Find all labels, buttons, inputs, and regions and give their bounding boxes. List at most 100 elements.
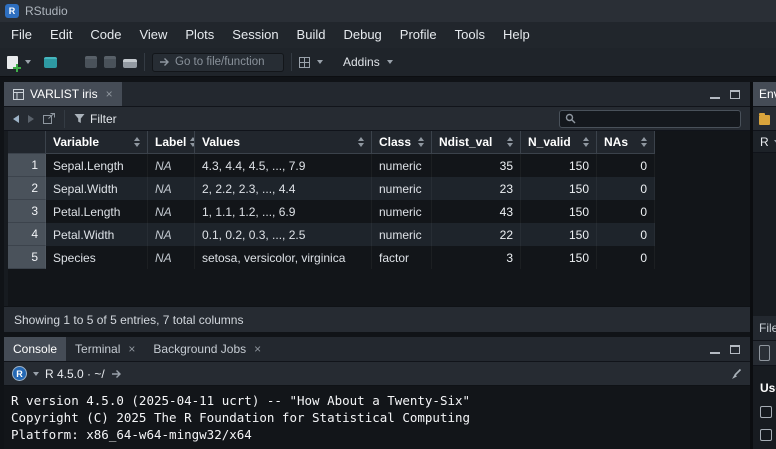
ndist-val-cell: 35 [432,154,521,177]
main-toolbar: Go to file/function Addins [0,48,776,77]
sort-icon [641,137,647,147]
row-number-cell: 2 [8,177,46,200]
tab-files[interactable]: Files [753,316,776,340]
sort-icon [583,137,589,147]
nas-cell: 0 [597,246,655,269]
table-search-input[interactable] [559,110,741,128]
menu-edit[interactable]: Edit [41,22,81,48]
col-header-values[interactable]: Values [195,131,372,153]
label-cell: NA [148,246,195,269]
table-row: 5 Species NA setosa, versicolor, virgini… [8,246,655,269]
nas-cell: 0 [597,177,655,200]
variable-cell: Sepal.Width [46,177,148,200]
goto-working-directory-icon[interactable] [111,369,122,379]
menu-file[interactable]: File [2,22,41,48]
menu-tools[interactable]: Tools [446,22,494,48]
files-tab-label: Files [759,321,776,335]
goto-arrow-icon [159,57,170,67]
menu-help[interactable]: Help [494,22,539,48]
save-icon[interactable] [85,56,97,68]
menu-code[interactable]: Code [81,22,130,48]
values-cell: 0.1, 0.2, 0.3, ..., 2.5 [195,223,372,246]
menu-debug[interactable]: Debug [334,22,390,48]
clear-console-icon[interactable] [730,368,742,380]
col-header-nas[interactable]: NAs [597,131,655,153]
addins-caret-icon[interactable] [387,60,393,64]
table-row: 3 Petal.Length NA 1, 1.1, 1.2, ..., 6.9 … [8,200,655,223]
col-header-n-valid[interactable]: N_valid [521,131,597,153]
filter-button[interactable]: Filter [74,112,117,126]
menu-session[interactable]: Session [223,22,287,48]
new-file-caret-icon[interactable] [25,60,31,64]
environment-language-dropdown[interactable]: R [753,131,776,153]
minimize-pane-icon[interactable] [710,90,720,99]
sort-icon [134,137,140,147]
toolbar-separator [144,53,145,71]
save-all-icon[interactable] [104,56,116,68]
col-header-label: Class [379,135,411,149]
col-header-ndist-val[interactable]: Ndist_val [432,131,521,153]
label-cell: NA [148,154,195,177]
package-checkbox[interactable] [760,429,772,441]
new-project-icon[interactable] [44,57,57,68]
table-row: 2 Sepal.Width NA 2, 2.2, 2.3, ..., 4.4 n… [8,177,655,200]
close-icon[interactable]: × [254,342,261,356]
console-toolbar: R R 4.5.0 · ~/ [4,362,750,386]
maximize-pane-icon[interactable] [730,90,740,99]
package-checkbox[interactable] [760,406,772,418]
new-file-icon[interactable] [7,56,18,69]
table-icon [13,89,24,100]
panes-layout-icon[interactable] [299,57,310,68]
col-header-label: NAs [604,135,628,149]
r-version-caret-icon[interactable] [33,372,39,376]
minimize-pane-icon[interactable] [710,345,720,354]
forward-arrow-icon[interactable] [28,115,34,123]
n-valid-cell: 150 [521,223,597,246]
col-header-class[interactable]: Class [372,131,432,153]
close-icon[interactable]: × [106,87,113,101]
tab-console[interactable]: Console [4,337,66,361]
goto-file-function-input[interactable]: Go to file/function [152,53,284,72]
open-in-new-window-icon[interactable] [43,113,55,124]
console-output[interactable]: R version 4.5.0 (2025-04-11 ucrt) -- "Ho… [4,386,750,449]
tab-background-jobs[interactable]: Background Jobs × [144,337,270,361]
folder-icon[interactable] [759,115,770,125]
menu-profile[interactable]: Profile [391,22,446,48]
menu-view[interactable]: View [130,22,176,48]
close-icon[interactable]: × [128,342,135,356]
row-number-cell: 3 [8,200,46,223]
menu-plots[interactable]: Plots [176,22,223,48]
table-row: 4 Petal.Width NA 0.1, 0.2, 0.3, ..., 2.5… [8,223,655,246]
r-version-label: R 4.5.0 · ~/ [45,367,105,381]
print-icon[interactable] [123,59,137,68]
funnel-icon [74,113,85,124]
nas-cell: 0 [597,154,655,177]
maximize-pane-icon[interactable] [730,345,740,354]
variable-cell: Sepal.Length [46,154,148,177]
values-cell: 2, 2.2, 2.3, ..., 4.4 [195,177,372,200]
col-header-variable[interactable]: Variable [46,131,148,153]
addins-button[interactable]: Addins [343,55,380,69]
toolbar-separator [291,53,292,71]
table-header-row: Variable Label Values Class Ndist_val N_… [8,131,655,154]
data-viewer-pane: VARLIST iris × Filter [4,82,750,332]
label-cell: NA [148,223,195,246]
files-toolbar-button-icon[interactable] [759,345,770,361]
tab-terminal[interactable]: Terminal × [66,337,144,361]
pane-window-buttons [710,337,750,361]
panes-layout-caret-icon[interactable] [317,60,323,64]
environment-toolbar [753,107,776,131]
col-header-label-col[interactable]: Label [148,131,195,153]
tab-environment[interactable]: Envi [753,82,776,106]
tab-varlist-iris[interactable]: VARLIST iris × [4,82,122,106]
console-pane: Console Terminal × Background Jobs × [4,337,750,449]
console-line: Platform: x86_64-w64-mingw32/x64 [11,426,750,443]
back-arrow-icon[interactable] [13,115,19,123]
background-jobs-tab-label: Background Jobs [153,342,246,356]
console-tab-label: Console [13,342,57,356]
pane-window-buttons [710,82,750,106]
variable-cell: Petal.Length [46,200,148,223]
console-tab-strip: Console Terminal × Background Jobs × [4,337,750,362]
nas-cell: 0 [597,200,655,223]
menu-build[interactable]: Build [288,22,335,48]
